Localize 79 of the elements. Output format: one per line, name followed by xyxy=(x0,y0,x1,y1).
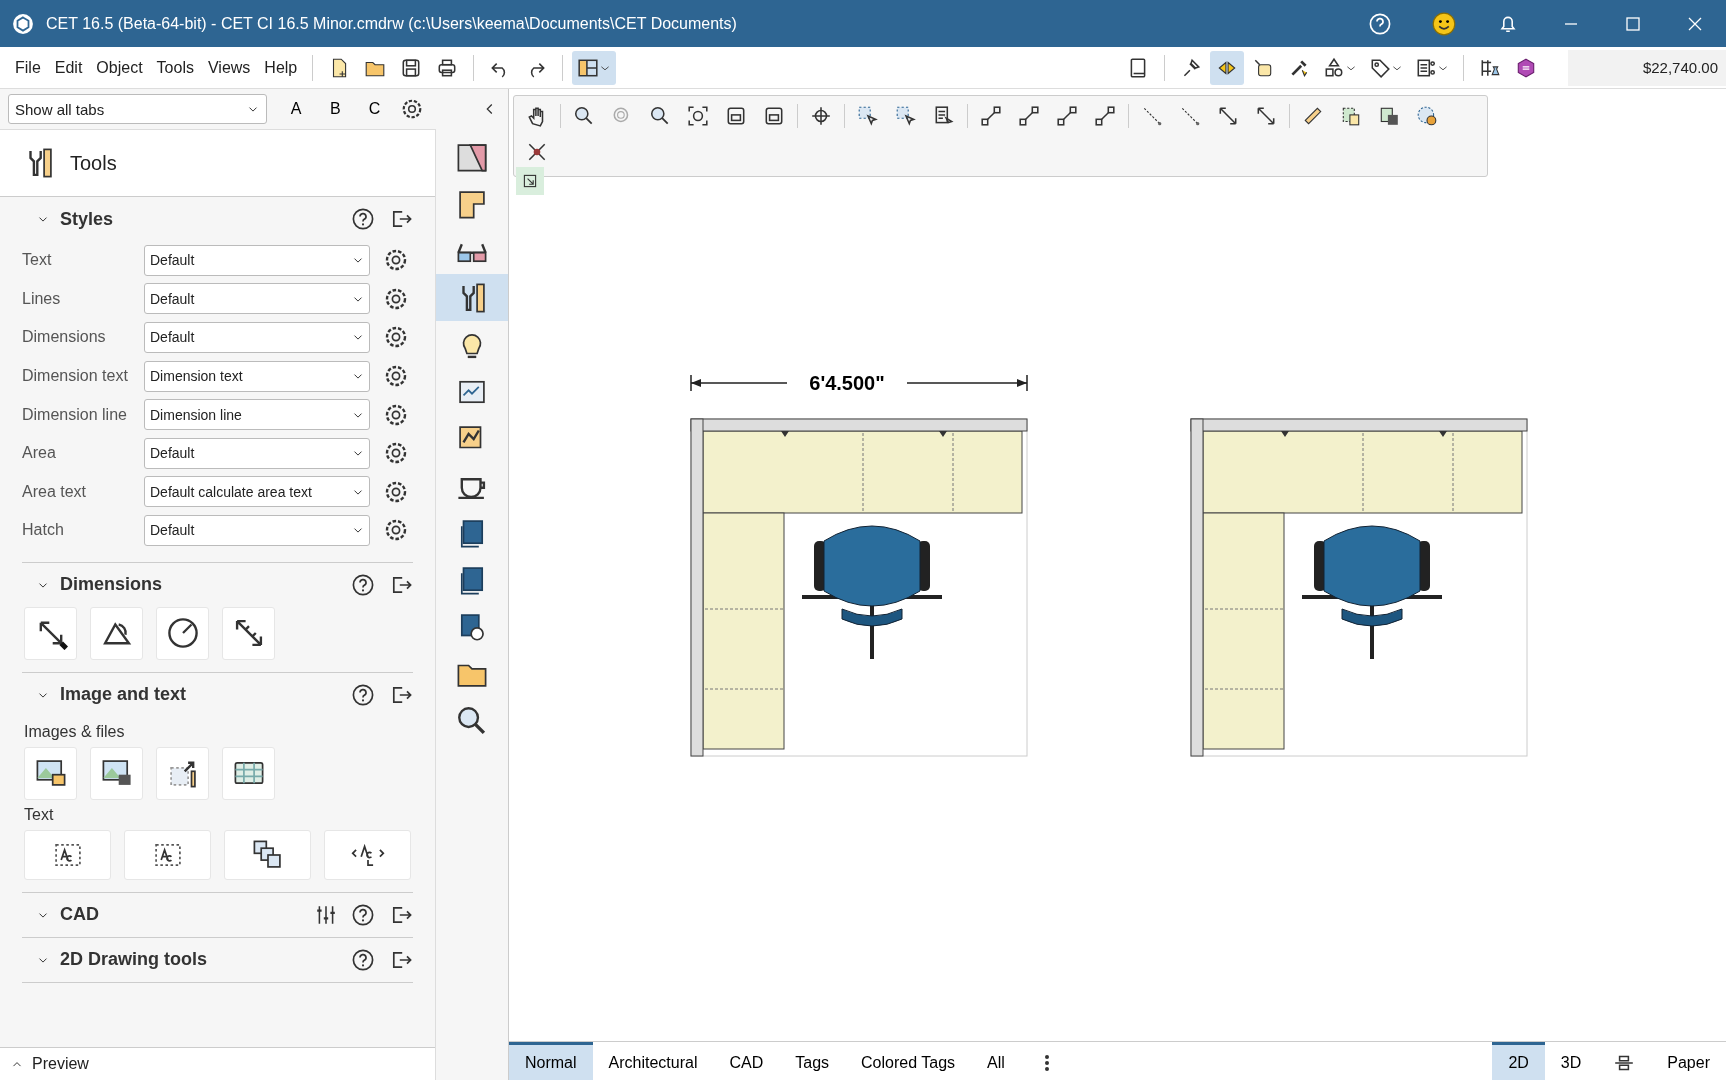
section-title[interactable]: CAD xyxy=(60,904,301,926)
view-mode-tab[interactable]: 2D xyxy=(1492,1042,1545,1080)
menu-item[interactable]: Object xyxy=(89,54,150,81)
help-icon[interactable] xyxy=(351,947,375,972)
tools-icon[interactable] xyxy=(436,274,508,321)
menu-item[interactable]: Views xyxy=(200,54,258,81)
settings-icon[interactable] xyxy=(384,248,408,273)
field-label: Dimension text xyxy=(22,367,129,386)
style-dropdown[interactable]: Default xyxy=(144,283,370,315)
sliders-icon[interactable] xyxy=(315,903,337,926)
style-dropdown[interactable]: Default xyxy=(144,244,370,276)
section-title[interactable]: Image and text xyxy=(60,684,337,706)
insert-media-icon[interactable] xyxy=(90,746,143,800)
field-label: Dimension line xyxy=(22,405,128,424)
insert-image-icon[interactable] xyxy=(24,746,77,800)
dimension-label: 6'4.500" xyxy=(809,372,885,394)
table-icon[interactable] xyxy=(222,746,275,800)
settings-icon[interactable] xyxy=(384,364,408,389)
filter-button[interactable]: A xyxy=(276,96,316,122)
radius-tool-icon[interactable] xyxy=(156,606,209,660)
style-dropdown[interactable]: Dimension text xyxy=(144,360,370,392)
preview-toggle[interactable]: Preview xyxy=(32,1055,89,1073)
help-icon[interactable] xyxy=(1368,11,1392,36)
field-label: Area text xyxy=(22,482,88,501)
view-mode-tab[interactable]: Paper xyxy=(1651,1042,1726,1080)
dimension-tool-icon[interactable] xyxy=(24,606,77,660)
view-tab[interactable]: All xyxy=(971,1042,1021,1080)
settings-icon[interactable] xyxy=(384,402,408,427)
field-label: Dimensions xyxy=(22,328,107,347)
smiley-icon[interactable] xyxy=(1432,11,1456,36)
group-label: Text xyxy=(24,805,55,824)
filter-button[interactable]: B xyxy=(315,96,355,122)
section-title[interactable]: Styles xyxy=(60,208,337,230)
window-title: CET 16.5 (Beta-64-bit) - CET CI 16.5 Minor.cmdrw (c:\Users\keema\Documents\CET Documents) xyxy=(46,14,738,33)
app-logo-icon xyxy=(12,12,34,35)
text-box-icon[interactable] xyxy=(24,829,111,880)
help-icon[interactable] xyxy=(351,207,375,231)
view-mode-tab[interactable]: 3D xyxy=(1544,1042,1598,1080)
filter-button[interactable]: C xyxy=(354,96,395,122)
view-tab[interactable]: Normal xyxy=(509,1042,593,1080)
group-label: Images & files xyxy=(24,722,126,741)
layout-icon[interactable] xyxy=(572,50,617,85)
price-total: $22,740.00 xyxy=(1568,49,1726,86)
style-dropdown[interactable]: Default xyxy=(144,514,370,546)
angle-tool-icon[interactable] xyxy=(90,606,143,660)
dimension-line-tool-icon[interactable] xyxy=(222,606,275,660)
panel-title: Tools xyxy=(70,151,117,175)
view-tab[interactable]: Tags xyxy=(779,1042,846,1080)
style-dropdown[interactable]: Default calculate area text xyxy=(144,476,370,508)
style-dropdown[interactable]: Default xyxy=(144,437,370,469)
view-tab[interactable]: CAD xyxy=(713,1042,780,1080)
tab-filter-dropdown[interactable]: Show all tabs xyxy=(8,94,267,124)
style-dropdown[interactable]: Dimension line xyxy=(144,399,370,431)
field-label: Text xyxy=(22,251,53,270)
arrows-icon[interactable] xyxy=(1210,50,1244,85)
settings-icon[interactable] xyxy=(384,479,408,504)
text-wrap-icon[interactable] xyxy=(324,829,411,880)
help-icon[interactable] xyxy=(351,572,375,597)
settings-icon[interactable] xyxy=(384,325,408,350)
settings-icon[interactable] xyxy=(384,441,408,466)
help-icon[interactable] xyxy=(351,902,375,927)
help-icon[interactable] xyxy=(351,682,375,707)
field-label: Area xyxy=(22,444,57,463)
field-label: Lines xyxy=(22,289,62,308)
view-tab[interactable]: Architectural xyxy=(592,1042,714,1080)
menu-item[interactable]: Edit xyxy=(47,54,90,81)
section-title[interactable]: Dimensions xyxy=(60,574,337,596)
section-title[interactable]: 2D Drawing tools xyxy=(60,949,337,971)
settings-icon[interactable] xyxy=(384,286,408,311)
menu-item[interactable]: Help xyxy=(257,54,305,81)
style-dropdown[interactable]: Default xyxy=(144,322,370,353)
view-tab[interactable]: Colored Tags xyxy=(845,1042,972,1080)
dock-icon[interactable] xyxy=(516,167,544,195)
text-frame-icon[interactable] xyxy=(124,829,211,880)
menu-item[interactable]: Tools xyxy=(149,54,201,81)
settings-icon[interactable] xyxy=(384,518,408,543)
menu-item[interactable]: File xyxy=(8,54,48,81)
field-label: Hatch xyxy=(22,521,65,540)
resize-icon[interactable] xyxy=(156,746,209,800)
